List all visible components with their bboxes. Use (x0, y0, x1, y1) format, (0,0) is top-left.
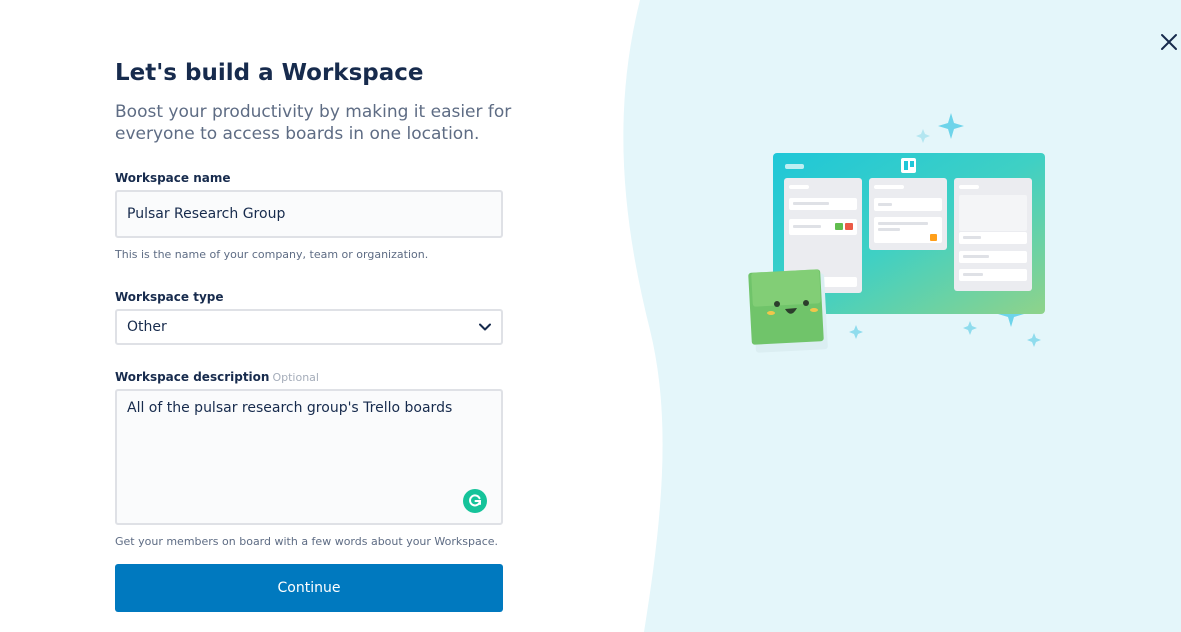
workspace-name-helper: This is the name of your company, team o… (115, 248, 429, 261)
workspace-illustration (748, 113, 1045, 353)
workspace-name-input[interactable]: Pulsar Research Group (115, 190, 503, 238)
workspace-description-value: All of the pulsar research group's Trell… (127, 400, 453, 416)
grammarly-icon[interactable] (463, 489, 487, 513)
workspace-description-label-text: Workspace description (115, 370, 270, 384)
optional-tag: Optional (272, 371, 319, 384)
grammarly-glyph (469, 494, 482, 507)
workspace-name-label: Workspace name (115, 171, 231, 185)
workspace-type-select[interactable]: Other (115, 309, 503, 345)
close-icon (1161, 34, 1177, 50)
workspace-type-label: Workspace type (115, 290, 224, 304)
workspace-type-selected: Other (127, 319, 167, 335)
page-title: Let's build a Workspace (115, 60, 424, 86)
chevron-down-icon (479, 323, 491, 331)
close-button[interactable] (1157, 30, 1181, 54)
workspace-description-textarea[interactable]: All of the pulsar research group's Trell… (115, 389, 503, 525)
workspace-description-label: Workspace description Optional (115, 370, 319, 384)
continue-button[interactable]: Continue (115, 564, 503, 612)
page-subtitle: Boost your productivity by making it eas… (115, 102, 512, 144)
workspace-name-value: Pulsar Research Group (127, 206, 286, 222)
workspace-description-helper: Get your members on board with a few wor… (115, 535, 499, 548)
smiling-card-mascot (748, 269, 828, 353)
